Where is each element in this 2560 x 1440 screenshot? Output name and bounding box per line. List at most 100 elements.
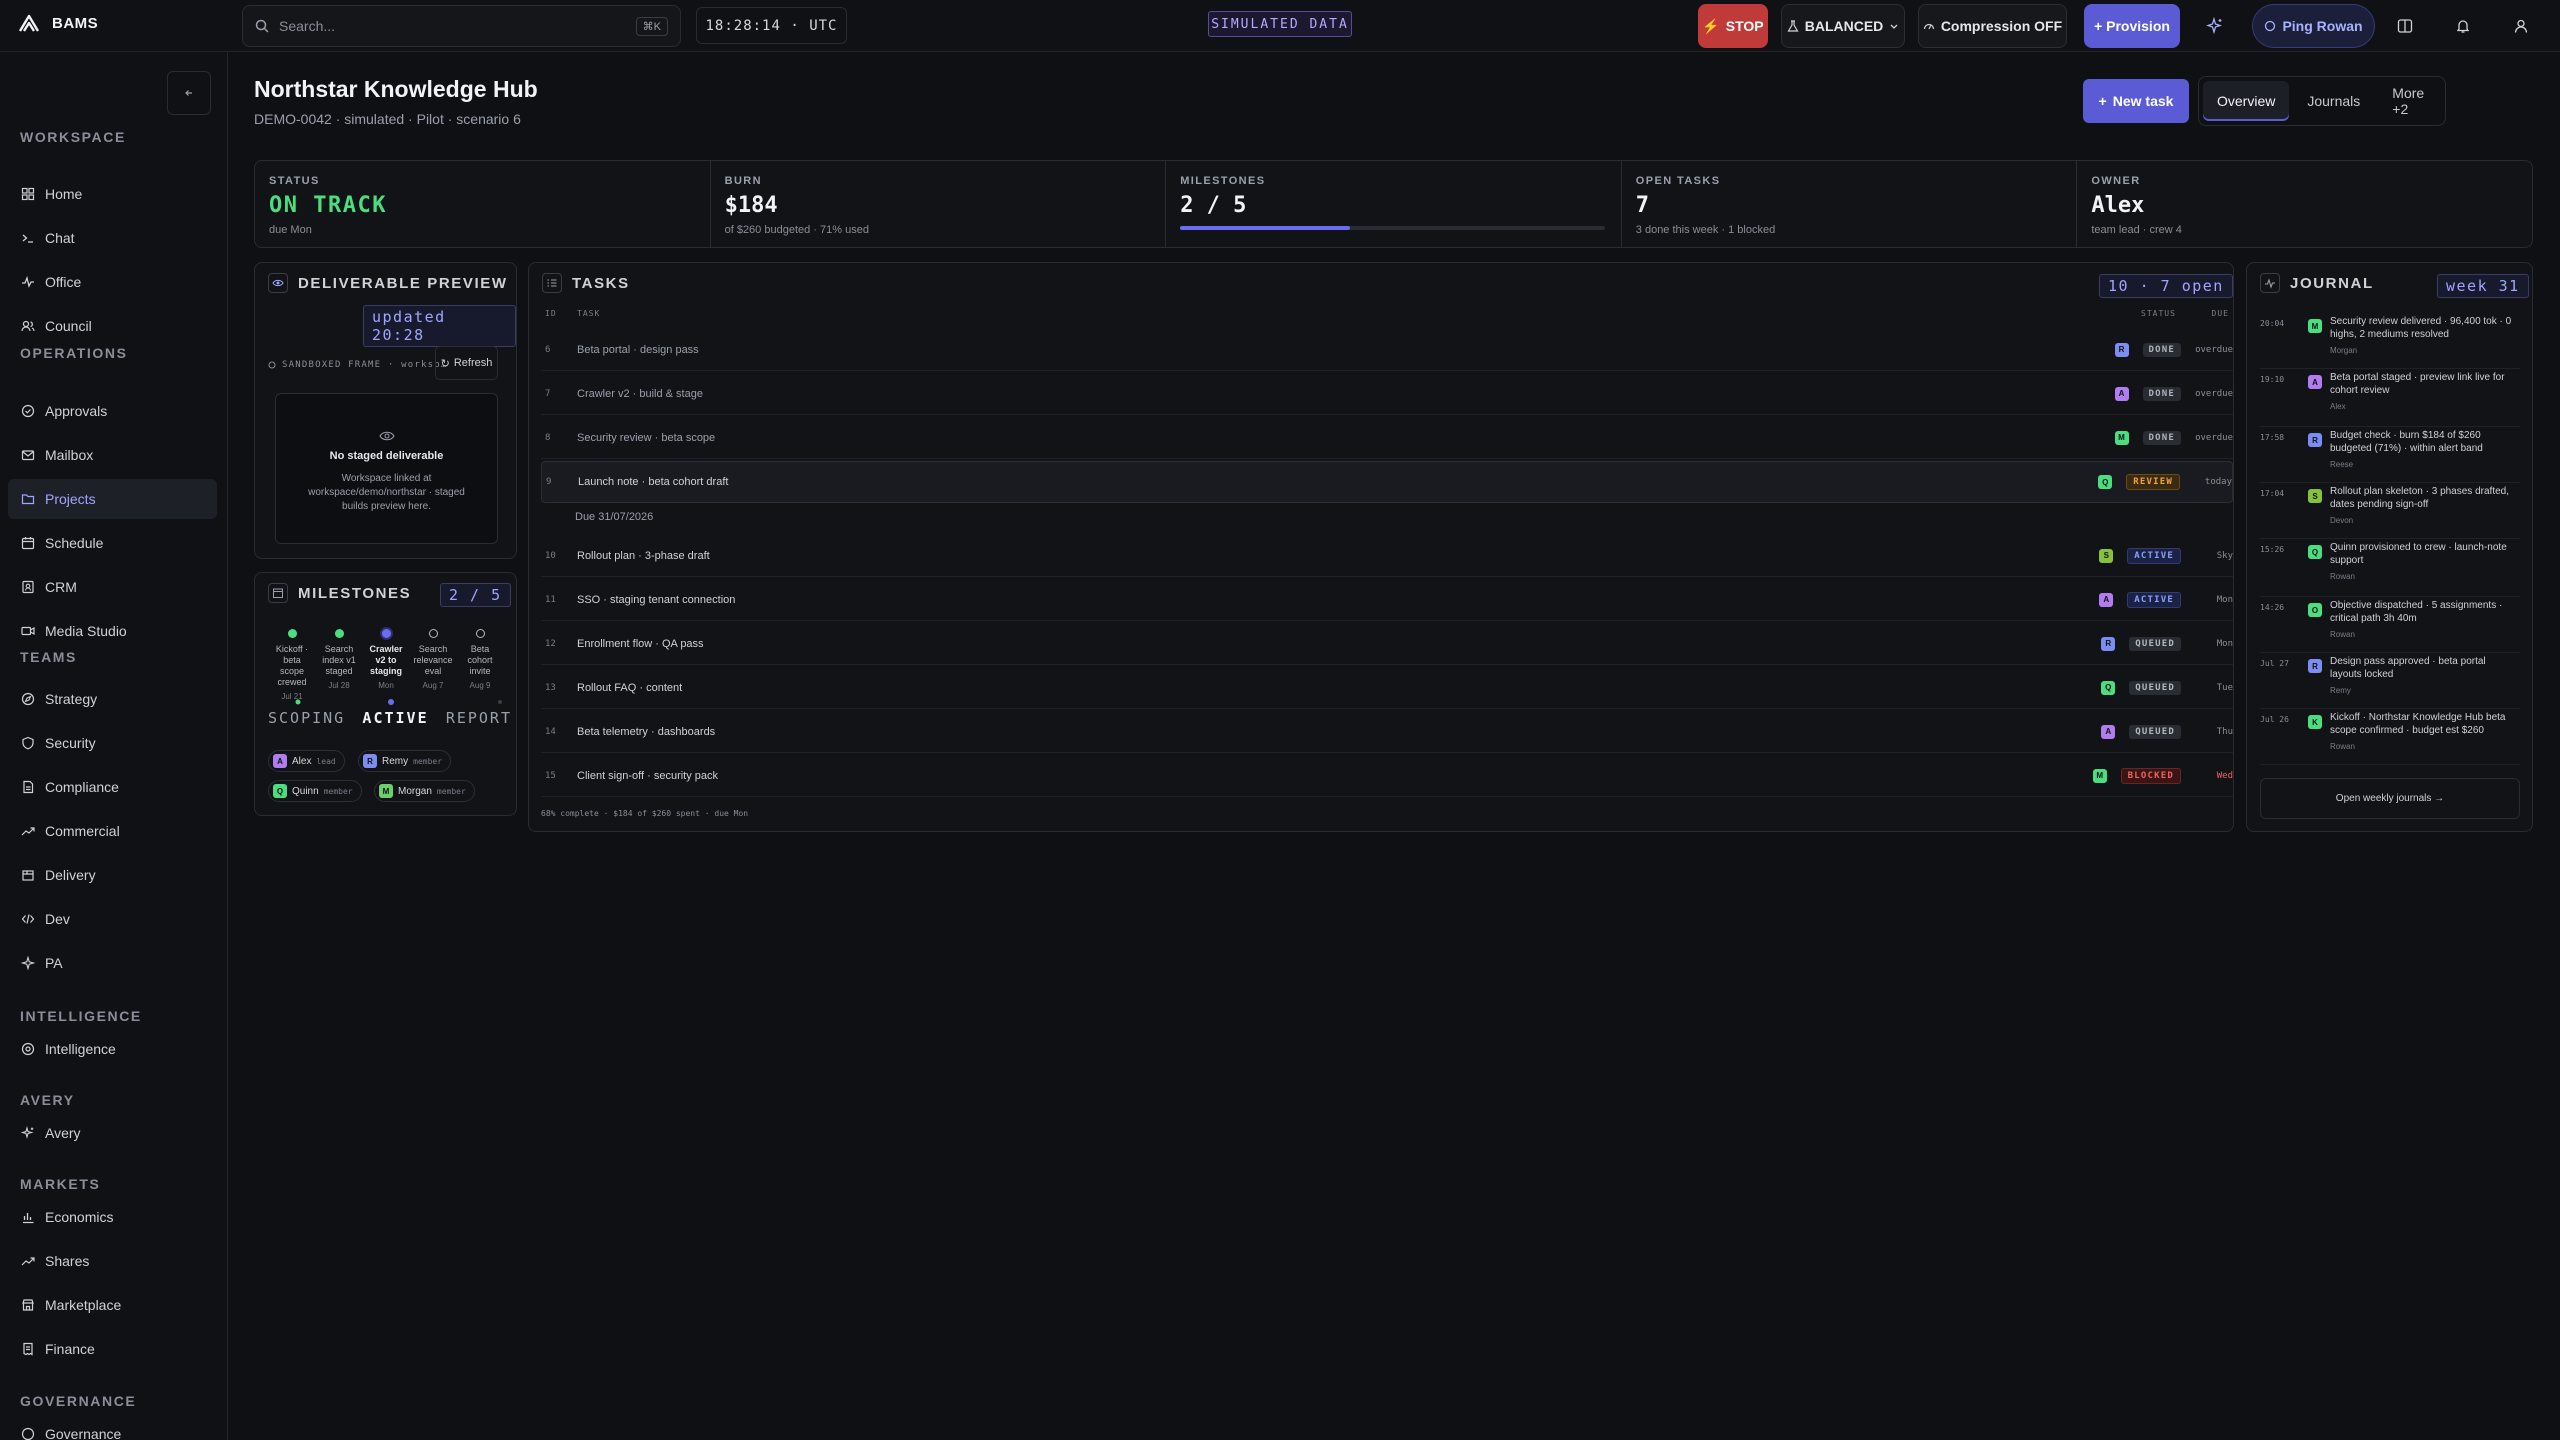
sidebar-item-security[interactable]: Security: [8, 723, 217, 763]
phase-active: ACTIVE: [362, 709, 429, 727]
sidebar-item-commercial[interactable]: Commercial: [8, 811, 217, 851]
col-id: ID: [545, 309, 557, 318]
sidebar-item-projects[interactable]: Projects: [8, 479, 217, 519]
assignee-avatar: Q: [2098, 475, 2113, 489]
task-name: Beta portal · design pass: [577, 343, 699, 356]
section-avery: AVERY: [20, 1092, 75, 1108]
compression-toggle[interactable]: Compression OFF: [1918, 4, 2067, 48]
sidebar-item-mailbox[interactable]: Mailbox: [8, 435, 217, 475]
sidebar-item-pa[interactable]: PA: [8, 943, 217, 983]
milestone[interactable]: Search relevance eval Aug 7: [411, 629, 455, 701]
task-row[interactable]: 11 SSO · staging tenant connection A ACTIVE…: [541, 579, 2233, 621]
bell-icon[interactable]: [2450, 13, 2476, 39]
sidebar-item-media-studio[interactable]: Media Studio: [8, 611, 217, 651]
sidebar-item-home[interactable]: Home: [8, 174, 217, 214]
journal-entry[interactable]: 15:26 Q Quinn provisioned to crew · launch…: [2260, 539, 2520, 597]
task-row[interactable]: 7 Crawler v2 · build & stage A DONE overdue: [541, 373, 2233, 415]
tab-journals[interactable]: Journals: [2293, 81, 2374, 121]
brand[interactable]: BAMS: [18, 12, 98, 34]
collapse-sidebar-button[interactable]: [167, 71, 211, 115]
sidebar-item-intelligence[interactable]: Intelligence: [8, 1029, 217, 1069]
sidebar-item-compliance[interactable]: Compliance: [8, 767, 217, 807]
sidebar-item-council[interactable]: Council: [8, 306, 217, 346]
crew-chip[interactable]: Q Quinn member: [268, 780, 362, 802]
compass-icon: [21, 692, 35, 706]
task-id: 10: [545, 550, 556, 561]
sparkles-icon[interactable]: [2202, 13, 2228, 39]
balanced-mode-button[interactable]: BALANCED: [1781, 4, 1905, 48]
sidebar-item-delivery[interactable]: Delivery: [8, 855, 217, 895]
terminal-icon: [21, 231, 35, 245]
milestone[interactable]: Beta cohort invite Aug 9: [458, 629, 502, 701]
avatar: A: [2308, 375, 2322, 389]
task-row[interactable]: 9 Launch note · beta cohort draft Q REVIEW t…: [541, 461, 2233, 503]
milestone[interactable]: Kickoff · beta scope crewed Jul 21: [270, 629, 314, 701]
journal-entry[interactable]: Jul 27 R Design pass approved · beta porta…: [2260, 653, 2520, 709]
task-due: today: [2204, 477, 2232, 487]
journal-entry[interactable]: 19:10 A Beta portal staged · preview link …: [2260, 369, 2520, 427]
tab-overview[interactable]: Overview: [2203, 81, 2290, 121]
sidebar-item-avery[interactable]: Avery: [8, 1113, 217, 1153]
tab-more[interactable]: More +2: [2378, 81, 2441, 121]
journal-text: Objective dispatched · 5 assignments · c…: [2330, 600, 2503, 624]
bar-chart-icon: [21, 1210, 35, 1224]
stop-button[interactable]: ⚡ STOP: [1698, 4, 1768, 48]
sidebar-item-chat[interactable]: Chat: [8, 218, 217, 258]
sidebar-item-dev[interactable]: Dev: [8, 899, 217, 939]
journal-author: Reese: [2330, 460, 2354, 469]
milestone-date: Jul 28: [328, 681, 350, 690]
journal-entry[interactable]: Jul 26 K Kickoff · Northstar Knowledge Hub…: [2260, 709, 2520, 765]
sidebar-item-marketplace[interactable]: Marketplace: [8, 1285, 217, 1325]
task-row[interactable]: 10 Rollout plan · 3-phase draft S ACTIVE Sky: [541, 535, 2233, 577]
crew-name: Quinn: [292, 785, 319, 797]
milestone[interactable]: Crawler v2 to staging Mon: [364, 629, 408, 701]
layout-panel-icon[interactable]: [2392, 13, 2418, 39]
provision-button[interactable]: + Provision: [2084, 4, 2180, 48]
task-row[interactable]: 8 Security review · beta scope M DONE overdu…: [541, 417, 2233, 459]
sidebar-item-label: Media Studio: [45, 623, 127, 639]
sidebar-item-crm[interactable]: CRM: [8, 567, 217, 607]
crew-chip[interactable]: M Morgan member: [374, 780, 475, 802]
eye-off-icon: [276, 430, 497, 442]
sidebar-item-schedule[interactable]: Schedule: [8, 523, 217, 563]
tasks-footer: 68% complete · $184 of $260 spent · due …: [541, 809, 749, 818]
journal-entry[interactable]: 20:04 M Security review delivered · 96,400…: [2260, 313, 2520, 369]
crew-chip[interactable]: R Remy member: [358, 750, 452, 772]
sidebar-item-governance[interactable]: Governance: [8, 1414, 217, 1440]
stat-label: BURN: [724, 175, 762, 187]
task-due: overdue: [2195, 432, 2233, 443]
task-row[interactable]: 13 Rollout FAQ · content Q QUEUED Tue: [541, 667, 2233, 709]
assignee-avatar: R: [2114, 342, 2129, 357]
sidebar-item-economics[interactable]: Economics: [8, 1197, 217, 1237]
task-row[interactable]: 15 Client sign-off · security pack M BLOCKE…: [541, 755, 2233, 797]
search-box[interactable]: ⌘K: [242, 5, 681, 47]
sidebar-item-finance[interactable]: Finance: [8, 1329, 217, 1369]
ping-rowan-button[interactable]: Ping Rowan: [2252, 4, 2375, 48]
sidebar-item-office[interactable]: Office: [8, 262, 217, 302]
journal-entry[interactable]: 17:58 R Budget check · burn $184 of $260 b…: [2260, 427, 2520, 483]
sidebar-item-label: Marketplace: [45, 1297, 122, 1313]
milestone-current-dot: [381, 629, 391, 638]
task-row[interactable]: 14 Beta telemetry · dashboards A QUEUED Thu: [541, 711, 2233, 753]
refresh-button[interactable]: ↻ Refresh: [435, 346, 498, 380]
sidebar-item-shares[interactable]: Shares: [8, 1241, 217, 1281]
user-icon[interactable]: [2508, 13, 2534, 39]
journal-entry[interactable]: 14:26 O Objective dispatched · 5 assignmen…: [2260, 597, 2520, 653]
col-status: STATUS: [2141, 309, 2176, 318]
search-input[interactable]: [279, 18, 626, 34]
task-due: Wed: [2216, 770, 2233, 781]
code-icon: [21, 912, 35, 926]
milestone[interactable]: Search index v1 staged Jul 28: [317, 629, 361, 701]
crew-chip[interactable]: A Alex lead: [268, 750, 345, 772]
package-icon: [21, 868, 35, 882]
crew-role: member: [323, 786, 353, 796]
new-task-button[interactable]: + New task: [2083, 79, 2189, 123]
task-row[interactable]: 12 Enrollment flow · QA pass R QUEUED Mon: [541, 623, 2233, 665]
task-row[interactable]: 6 Beta portal · design pass R DONE overdue: [541, 329, 2233, 371]
journal-entry[interactable]: 17:04 S Rollout plan skeleton · 3 phases d…: [2260, 483, 2520, 539]
task-name: Crawler v2 · build & stage: [577, 387, 703, 400]
balanced-label: BALANCED: [1804, 18, 1884, 34]
sidebar-item-strategy[interactable]: Strategy: [8, 679, 217, 719]
sidebar-item-approvals[interactable]: Approvals: [8, 391, 217, 431]
open-weekly-journals-button[interactable]: Open weekly journals →: [2260, 778, 2520, 819]
